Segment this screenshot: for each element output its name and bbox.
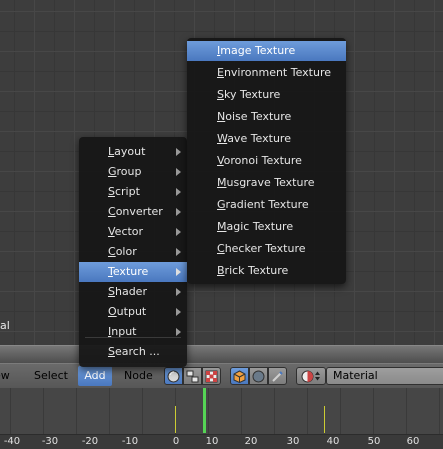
current-frame-playhead[interactable] (203, 388, 206, 433)
sphere-icon (167, 370, 180, 382)
texture-submenu: Image Texture Environment Texture Sky Te… (187, 38, 346, 284)
submenu-arrow-icon (176, 288, 181, 296)
node-tree-icon (186, 370, 199, 382)
view-menu[interactable]: ew (0, 364, 10, 388)
submenu-arrow-icon (176, 228, 181, 236)
compositing-tree-button[interactable] (183, 367, 202, 385)
add-menu-button[interactable]: Add (78, 366, 112, 386)
add-menu-popup: Layout Group Script Converter Vector Col… (79, 137, 187, 367)
tick-label: 40 (326, 436, 340, 447)
material-name-field[interactable]: Material (326, 367, 443, 385)
submenu-arrow-icon (176, 168, 181, 176)
select-menu[interactable]: Select (34, 364, 68, 388)
menu-item-output[interactable]: Output (79, 302, 187, 322)
material-browse (296, 367, 326, 385)
menu-item-input[interactable]: Input (79, 322, 187, 342)
cube-icon (233, 369, 246, 383)
shader-tree-button[interactable] (164, 367, 183, 385)
tick-label: 60 (406, 436, 420, 447)
keyframe-marker (175, 406, 176, 433)
frame-ruler[interactable]: -40 -30 -20 -10 0 10 20 30 40 50 60 (0, 434, 443, 449)
tick-label: 10 (205, 436, 219, 447)
menu-item-vector[interactable]: Vector (79, 222, 187, 242)
world-shader-button[interactable] (249, 367, 268, 385)
menu-item-checker-texture[interactable]: Checker Texture (187, 239, 346, 259)
shader-type-buttons (230, 367, 287, 385)
area-divider[interactable] (0, 345, 443, 363)
checker-icon (205, 370, 218, 382)
menu-item-shader[interactable]: Shader (79, 282, 187, 302)
menu-item-converter[interactable]: Converter (79, 202, 187, 222)
submenu-arrow-icon (176, 328, 181, 336)
submenu-arrow-icon (176, 148, 181, 156)
brush-icon (272, 370, 283, 382)
menu-item-noise-texture[interactable]: Noise Texture (187, 107, 346, 127)
tree-type-buttons (164, 367, 221, 385)
submenu-arrow-icon (176, 268, 181, 276)
submenu-arrow-icon (176, 208, 181, 216)
menu-item-environment-texture[interactable]: Environment Texture (187, 63, 346, 83)
menu-item-voronoi-texture[interactable]: Voronoi Texture (187, 151, 346, 171)
menu-item-sky-texture[interactable]: Sky Texture (187, 85, 346, 105)
submenu-arrow-icon (176, 188, 181, 196)
browse-material-button[interactable] (296, 367, 326, 385)
menu-item-image-texture[interactable]: Image Texture (187, 41, 346, 61)
menu-separator (85, 337, 181, 338)
submenu-arrow-icon (176, 308, 181, 316)
tick-label: -20 (81, 436, 99, 447)
menu-item-group[interactable]: Group (79, 162, 187, 182)
line-style-button[interactable] (268, 367, 287, 385)
tick-label: -40 (3, 436, 21, 447)
timeline-area[interactable]: -40 -30 -20 -10 0 10 20 30 40 50 60 (0, 388, 443, 449)
menu-item-script[interactable]: Script (79, 182, 187, 202)
keyframe-marker (324, 406, 325, 433)
submenu-arrow-icon (176, 248, 181, 256)
menu-item-color[interactable]: Color (79, 242, 187, 262)
tick-label: 30 (286, 436, 300, 447)
menu-item-wave-texture[interactable]: Wave Texture (187, 129, 346, 149)
menu-item-magic-texture[interactable]: Magic Texture (187, 217, 346, 237)
object-shader-button[interactable] (230, 367, 249, 385)
sphere-icon (252, 370, 265, 382)
tick-label: 0 (172, 436, 180, 447)
tick-label: -30 (41, 436, 59, 447)
updown-arrow-icon (315, 371, 320, 381)
node-partial-label: al (0, 319, 10, 332)
node-editor-header: ew Select Add Node Material (0, 363, 443, 388)
tick-label: -10 (121, 436, 139, 447)
menu-item-search[interactable]: Search ... (79, 342, 187, 362)
tick-label: 20 (244, 436, 258, 447)
node-menu[interactable]: Node (124, 364, 153, 388)
tick-label: 50 (367, 436, 381, 447)
menu-item-texture[interactable]: Texture (79, 262, 187, 282)
texture-tree-button[interactable] (202, 367, 221, 385)
material-ball-icon (301, 370, 314, 382)
menu-item-brick-texture[interactable]: Brick Texture (187, 261, 346, 281)
menu-item-layout[interactable]: Layout (79, 142, 187, 162)
menu-item-musgrave-texture[interactable]: Musgrave Texture (187, 173, 346, 193)
menu-item-gradient-texture[interactable]: Gradient Texture (187, 195, 346, 215)
